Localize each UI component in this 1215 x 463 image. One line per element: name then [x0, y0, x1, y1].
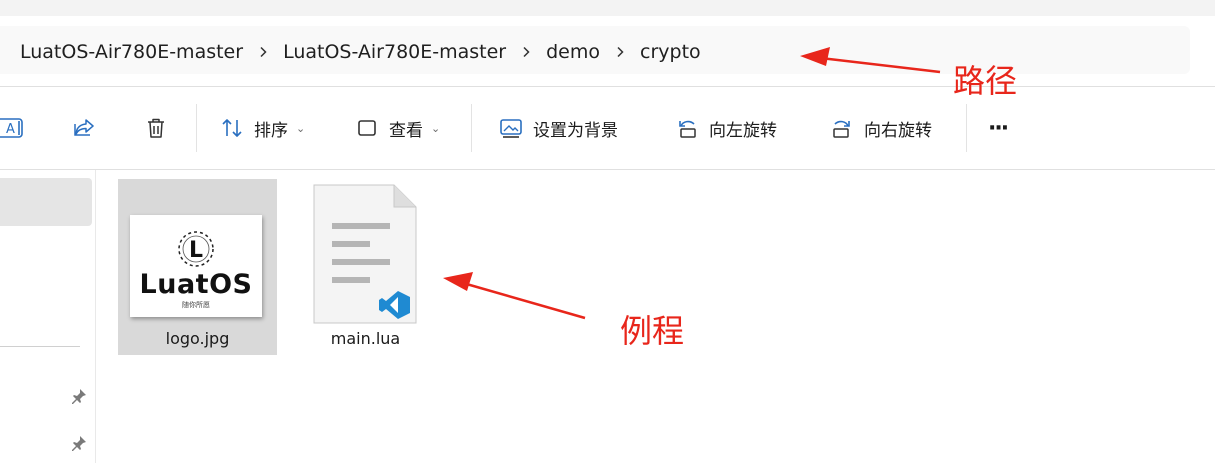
arrowhead-icon — [443, 272, 473, 291]
annotation-path-label: 路径 — [953, 62, 1018, 100]
annotation-arrow-example — [455, 279, 586, 320]
annotation-example-label: 例程 — [620, 312, 685, 350]
annotation-arrow-path — [811, 55, 941, 74]
annotation-arrows — [443, 47, 941, 320]
arrowhead-icon — [800, 47, 830, 66]
